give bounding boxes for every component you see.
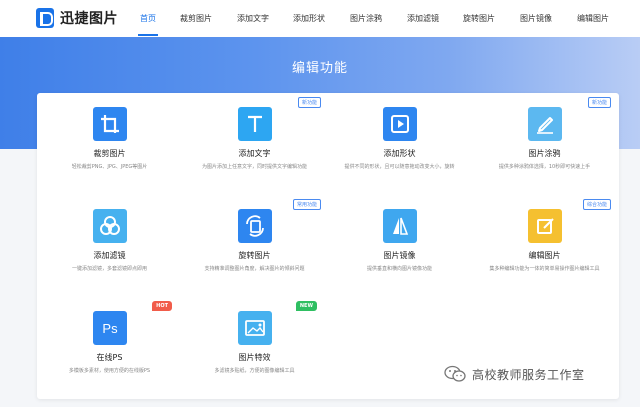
brush-icon — [527, 107, 562, 141]
tool-desc: 一键添加滤镜，多套滤镜即点即用 — [71, 266, 147, 272]
nav-rotate[interactable]: 旋转图片 — [463, 13, 495, 24]
tool-desc: 提供垂直和横向图片镜像功能 — [366, 266, 432, 272]
tool-desc: 支持精准调整图片角度，解决图片的倾斜问题 — [204, 266, 305, 272]
tool-card-effects[interactable]: NEW 图片特效 多滤镜多贴纸，方便的图像编辑工具 — [182, 297, 327, 399]
tool-card-add-text[interactable]: 新功能 添加文字 为图片添加上任意文字，同时提供文字编辑功能 — [182, 93, 327, 195]
filter-icon — [92, 209, 127, 243]
tool-title: 编辑图片 — [528, 251, 561, 260]
tool-card-add-shape[interactable]: 添加形状 提供不同的形状，且可以随意拖动改变大小，旋转 — [327, 93, 472, 195]
hot-badge: HOT — [152, 301, 172, 311]
brand-logo[interactable]: 迅捷图片 — [36, 8, 118, 28]
nav-add-shape[interactable]: 添加形状 — [293, 13, 325, 24]
logo-icon — [36, 8, 54, 28]
combined-feature-badge: 综合功能 — [582, 199, 611, 210]
tool-card-doodle[interactable]: 新功能 图片涂鸦 提供多种涂鸦体选择，10秒即可快速上手 — [472, 93, 617, 195]
text-icon — [237, 107, 272, 141]
effects-icon — [237, 311, 272, 345]
tool-card-rotate[interactable]: 常用功能 旋转图片 支持精准调整图片角度，解决图片的倾斜问题 — [182, 195, 327, 297]
tool-title: 图片镜像 — [383, 251, 416, 260]
tool-title: 添加形状 — [383, 149, 416, 158]
tool-title: 图片特效 — [238, 353, 271, 362]
tool-desc: 提供多种涂鸦体选择，10秒即可快速上手 — [498, 164, 591, 170]
brand-name: 迅捷图片 — [60, 11, 118, 27]
nav-mirror[interactable]: 图片镜像 — [520, 13, 552, 24]
watermark-text: 高校教师服务工作室 — [472, 367, 585, 382]
tool-desc: 为图片添加上任意文字，同时提供文字编辑功能 — [201, 164, 307, 170]
tool-card-edit[interactable]: 综合功能 编辑图片 集多种编辑功能为一体的简单易操作图片编辑工具 — [472, 195, 617, 297]
nav-crop[interactable]: 裁剪图片 — [180, 13, 212, 24]
nav-home[interactable]: 首页 — [140, 13, 156, 24]
nav-edit[interactable]: 编辑图片 — [577, 13, 609, 24]
svg-text:Ps: Ps — [102, 321, 118, 336]
new-feature-badge: 新功能 — [297, 97, 321, 108]
tool-title: 旋转图片 — [238, 251, 271, 260]
tool-card-online-ps[interactable]: HOT Ps 在线PS 多模板多素材，使用方便的在线版PS — [37, 297, 182, 399]
nav-add-text[interactable]: 添加文字 — [237, 13, 269, 24]
tool-desc: 轻松裁剪PNG、JPG、JPEG等图片 — [71, 164, 148, 170]
tool-title: 在线PS — [96, 353, 123, 362]
tool-title: 添加滤镜 — [93, 251, 126, 260]
mirror-icon — [382, 209, 417, 243]
new-feature-badge: 新功能 — [587, 97, 611, 108]
watermark: 高校教师服务工作室 — [444, 365, 585, 383]
shape-icon — [382, 107, 417, 141]
tool-title: 图片涂鸦 — [528, 149, 561, 158]
nav-doodle[interactable]: 图片涂鸦 — [350, 13, 382, 24]
ps-icon: Ps — [92, 311, 127, 345]
section-title: 编辑功能 — [291, 61, 348, 76]
tool-desc: 多模板多素材，使用方便的在线版PS — [68, 368, 151, 374]
tool-desc: 提供不同的形状，且可以随意拖动改变大小，旋转 — [344, 164, 455, 170]
popular-feature-badge: 常用功能 — [292, 199, 321, 210]
tool-card-filter[interactable]: 添加滤镜 一键添加滤镜，多套滤镜即点即用 — [37, 195, 182, 297]
wechat-icon — [444, 365, 466, 383]
top-navbar: 迅捷图片 首页 裁剪图片 添加文字 添加形状 图片涂鸦 添加滤镜 旋转图片 图片… — [0, 0, 640, 37]
crop-icon — [92, 107, 127, 141]
tool-title: 添加文字 — [238, 149, 271, 158]
tool-card-crop[interactable]: 裁剪图片 轻松裁剪PNG、JPG、JPEG等图片 — [37, 93, 182, 195]
tool-title: 裁剪图片 — [93, 149, 126, 158]
tool-grid: 裁剪图片 轻松裁剪PNG、JPG、JPEG等图片 新功能 添加文字 为图片添加上… — [37, 93, 619, 399]
tool-desc: 集多种编辑功能为一体的简单易操作图片编辑工具 — [489, 266, 600, 272]
nav-filter[interactable]: 添加滤镜 — [407, 13, 439, 24]
rotate-icon — [237, 209, 272, 243]
new-badge: NEW — [295, 301, 317, 311]
tool-card-mirror[interactable]: 图片镜像 提供垂直和横向图片镜像功能 — [327, 195, 472, 297]
tool-desc: 多滤镜多贴纸，方便的图像编辑工具 — [214, 368, 295, 374]
nav-active-indicator — [138, 34, 158, 36]
edit-icon — [527, 209, 562, 243]
